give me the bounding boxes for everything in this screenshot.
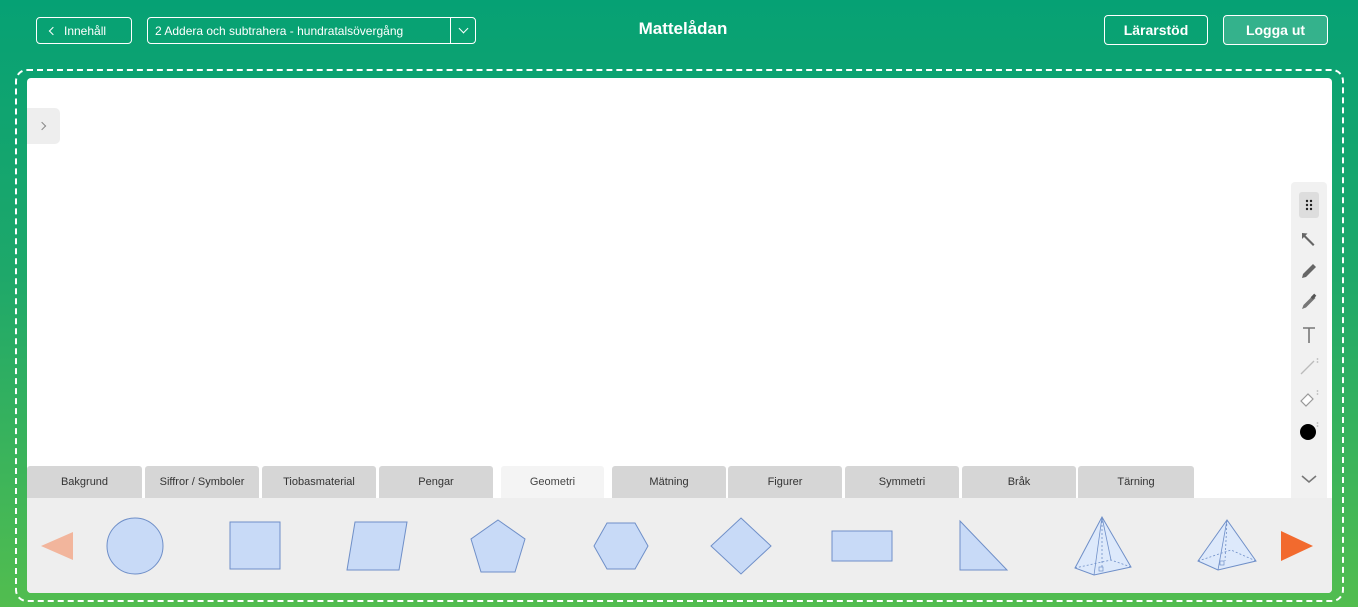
tab-matning[interactable]: Mätning [612, 466, 726, 498]
tab-label: Tiobasmaterial [283, 476, 355, 488]
tab-label: Pengar [418, 476, 454, 488]
tab-tarning[interactable]: Tärning [1078, 466, 1194, 498]
tab-label: Geometri [529, 476, 576, 488]
top-bar: Innehåll 2 Addera och subtrahera - hundr… [0, 0, 1358, 62]
square-shape[interactable] [225, 498, 285, 593]
tab-label: Bakgrund [60, 476, 109, 488]
rectangle-shape[interactable] [830, 498, 894, 593]
app-title: Mattelådan [638, 19, 728, 38]
pencil-icon[interactable] [1291, 256, 1327, 286]
tab-tiobasmaterial[interactable]: Tiobasmaterial [262, 466, 376, 498]
eraser-icon[interactable] [1291, 384, 1327, 414]
chevron-down-icon[interactable] [450, 18, 475, 43]
text-icon[interactable] [1291, 320, 1327, 350]
right-triangle-shape[interactable] [955, 498, 1011, 593]
unit-select-value: 2 Addera och subtrahera - hundratalsöver… [155, 23, 404, 38]
chevron-right-icon [37, 121, 47, 131]
tab-label: Tärning [1117, 476, 1155, 488]
tab-pengar[interactable]: Pengar [379, 466, 493, 498]
logout-button[interactable]: Logga ut [1223, 15, 1328, 45]
chevron-down-icon[interactable] [1291, 464, 1327, 494]
triangular-pyramid-shape[interactable] [1195, 498, 1259, 593]
tab-figurer[interactable]: Figurer [728, 466, 842, 498]
hexagon-shape[interactable] [590, 498, 652, 593]
tab-bakgrund[interactable]: Bakgrund [27, 466, 142, 498]
unit-select[interactable]: 2 Addera och subtrahera - hundratalsöver… [147, 17, 476, 44]
tab-symmetri[interactable]: Symmetri [845, 466, 959, 498]
tab-label: Bråk [1007, 476, 1031, 488]
back-button[interactable]: Innehåll [36, 17, 132, 44]
scroll-left-arrow-icon[interactable] [37, 498, 77, 593]
tab-siffror-symboler[interactable]: Siffror / Symboler [145, 466, 259, 498]
chevron-left-icon [48, 26, 58, 35]
teacher-support-button[interactable]: Lärarstöd [1104, 15, 1208, 45]
side-panel-toggle[interactable] [27, 108, 60, 144]
drag-grip-icon[interactable] [1291, 190, 1327, 220]
tab-geometri[interactable]: Geometri [501, 466, 604, 498]
pointer-icon[interactable] [1291, 224, 1327, 254]
line-icon[interactable] [1291, 352, 1327, 382]
back-label: Innehåll [64, 23, 107, 38]
rhombus-shape[interactable] [707, 498, 775, 593]
tab-label: Mätning [649, 476, 689, 488]
pentagon-shape[interactable] [467, 498, 529, 593]
parallelogram-shape[interactable] [342, 498, 412, 593]
shape-tray [27, 498, 1332, 593]
tab-brak[interactable]: Bråk [962, 466, 1076, 498]
square-pyramid-shape[interactable] [1072, 498, 1136, 593]
drawing-canvas[interactable]: Bakgrund Siffror / Symboler Tiobasmateri… [27, 78, 1332, 593]
color-dot-icon[interactable] [1291, 416, 1327, 446]
scroll-right-arrow-icon[interactable] [1277, 498, 1317, 593]
circle-shape[interactable] [102, 498, 167, 593]
tab-label: Figurer [767, 476, 803, 488]
tool-palette [1291, 182, 1327, 502]
tab-label: Siffror / Symboler [159, 476, 245, 488]
marker-icon[interactable] [1291, 287, 1327, 317]
tab-label: Symmetri [878, 476, 926, 488]
